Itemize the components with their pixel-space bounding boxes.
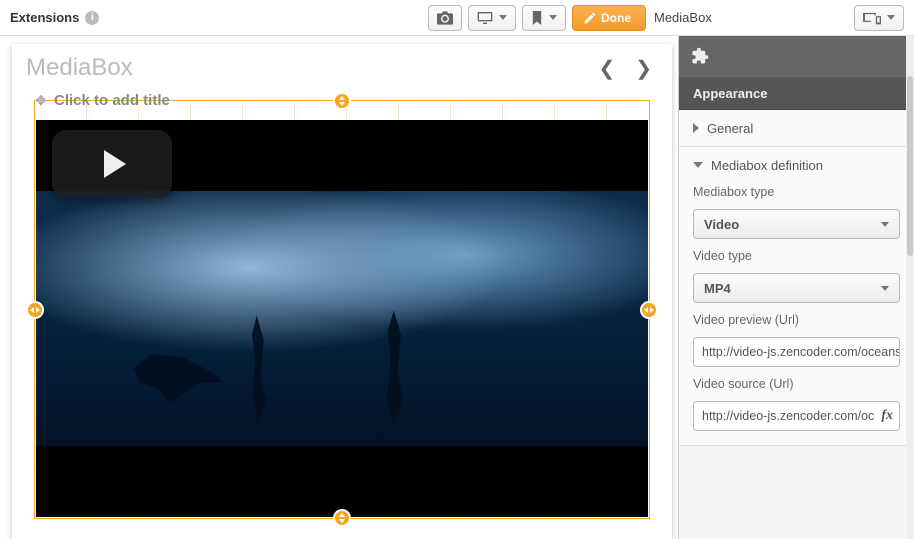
section-mediabox-toggle[interactable]: Mediabox definition [679, 147, 914, 183]
video-source-value: http://video-js.zencoder.com/oce [702, 409, 881, 423]
bookmark-button[interactable] [522, 5, 566, 31]
properties-sidebar: Appearance General Mediabox definition M… [678, 36, 914, 539]
resize-handle-right[interactable] [640, 301, 658, 319]
chevron-down-icon [881, 286, 889, 291]
video-type-select[interactable]: MP4 [693, 273, 900, 303]
chevron-down-icon [549, 15, 557, 20]
video-frame-image [36, 191, 648, 445]
expression-button[interactable]: fx [875, 408, 893, 424]
sidebar-tab-extension[interactable] [679, 36, 914, 76]
done-button[interactable]: Done [572, 5, 646, 31]
section-mediabox-definition: Mediabox definition Mediabox type Video … [679, 147, 914, 446]
section-general-label: General [707, 121, 753, 136]
object-title-placeholder[interactable]: ✥ Click to add title [34, 88, 170, 113]
sidebar-panel-title: Appearance [679, 76, 914, 110]
mediabox-type-value: Video [704, 217, 739, 232]
info-icon[interactable]: i [85, 11, 99, 25]
chevron-down-icon [881, 222, 889, 227]
resize-handle-top[interactable] [333, 92, 351, 110]
camera-icon [437, 11, 453, 25]
resize-handle-bottom[interactable] [333, 509, 351, 527]
video-type-label: Video type [693, 249, 900, 263]
done-label: Done [601, 11, 631, 25]
scrollbar-thumb[interactable] [907, 76, 913, 256]
sheet-card: MediaBox ❮ ❯ ✥ Click to add title [12, 44, 672, 539]
video-preview-value: http://video-js.zencoder.com/oceans- [702, 345, 900, 359]
devices-menu-button[interactable] [854, 5, 904, 31]
prev-sheet-button[interactable]: ❮ [598, 56, 615, 81]
monitor-icon [477, 11, 493, 25]
device-preview-button[interactable] [468, 5, 516, 31]
bookmark-icon [531, 11, 543, 25]
play-icon [104, 150, 126, 178]
video-preview[interactable] [36, 120, 648, 517]
card-title: MediaBox [26, 54, 133, 82]
mediabox-type-label: Mediabox type [693, 185, 900, 199]
sidebar-scrollbar[interactable] [906, 36, 914, 539]
section-general[interactable]: General [679, 110, 914, 147]
object-name-label: MediaBox [654, 10, 854, 25]
video-source-label: Video source (Url) [693, 377, 900, 391]
video-type-value: MP4 [704, 281, 731, 296]
next-sheet-button[interactable]: ❯ [635, 56, 652, 81]
chevron-down-icon [499, 15, 507, 20]
move-handle-icon[interactable]: ✥ [34, 94, 48, 108]
object-selection[interactable]: ✥ Click to add title [28, 90, 656, 529]
chevron-down-icon [887, 15, 895, 20]
snapshot-button[interactable] [428, 5, 462, 31]
video-preview-label: Video preview (Url) [693, 313, 900, 327]
canvas-area[interactable]: MediaBox ❮ ❯ ✥ Click to add title [0, 36, 678, 539]
devices-icon [863, 11, 881, 25]
video-source-input[interactable]: http://video-js.zencoder.com/oce fx [693, 401, 900, 431]
resize-handle-left[interactable] [26, 301, 44, 319]
play-button[interactable] [52, 130, 172, 198]
chevron-down-icon [693, 162, 703, 168]
top-toolbar: Extensions i Done MediaBox [0, 0, 914, 36]
extensions-label: Extensions [10, 10, 79, 25]
title-placeholder-text: Click to add title [54, 92, 170, 109]
mediabox-type-select[interactable]: Video [693, 209, 900, 239]
pencil-icon [583, 11, 597, 25]
video-preview-input[interactable]: http://video-js.zencoder.com/oceans- [693, 337, 900, 367]
chevron-right-icon [693, 123, 699, 133]
section-mediabox-label: Mediabox definition [711, 158, 823, 173]
puzzle-icon [691, 47, 709, 65]
